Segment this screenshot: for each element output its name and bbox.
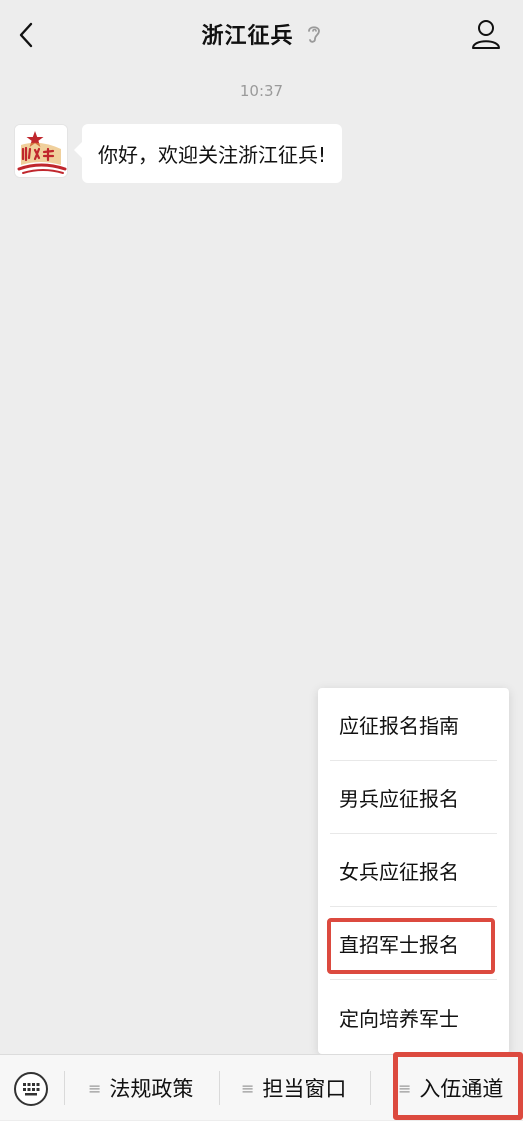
chat-title-container: 浙江征兵 bbox=[0, 18, 523, 50]
avatar[interactable] bbox=[14, 124, 68, 178]
divider bbox=[64, 1071, 65, 1105]
divider bbox=[219, 1071, 220, 1105]
divider bbox=[330, 979, 497, 980]
keyboard-glyph bbox=[23, 1083, 40, 1096]
person-icon[interactable] bbox=[471, 18, 501, 50]
zhejiang-conscription-logo-icon bbox=[15, 125, 67, 177]
submenu-item-targeted-nco-training[interactable]: 定向培养军士 bbox=[318, 981, 509, 1054]
keyboard-icon[interactable] bbox=[14, 1072, 48, 1106]
submenu-popup: 应征报名指南 男兵应征报名 女兵应征报名 直招军士报名 定向培养军士 bbox=[318, 688, 509, 1054]
submenu-item-enlistment-guide[interactable]: 应征报名指南 bbox=[318, 688, 509, 761]
menu-lines-icon: ≡ bbox=[241, 1078, 255, 1098]
submenu-item-male-enlistment[interactable]: 男兵应征报名 bbox=[318, 761, 509, 834]
submenu-item-label: 男兵应征报名 bbox=[339, 787, 459, 811]
menu-lines-icon: ≡ bbox=[88, 1078, 102, 1098]
ear-icon bbox=[307, 26, 320, 43]
tab-regulations-policy[interactable]: ≡ 法规政策 bbox=[88, 1055, 193, 1121]
tab-service-window[interactable]: ≡ 担当窗口 bbox=[241, 1055, 346, 1121]
message-timestamp: 10:37 bbox=[239, 82, 284, 100]
chat-header: 浙江征兵 bbox=[0, 0, 523, 70]
tab-label: 法规政策 bbox=[109, 1077, 194, 1101]
submenu-item-label: 定向培养军士 bbox=[339, 1007, 459, 1031]
highlight-box-submenu bbox=[327, 918, 495, 974]
submenu-item-label: 应征报名指南 bbox=[339, 714, 459, 738]
divider bbox=[370, 1071, 371, 1105]
submenu-item-female-enlistment[interactable]: 女兵应征报名 bbox=[318, 834, 509, 907]
message-row: 你好，欢迎关注浙江征兵! bbox=[14, 124, 343, 183]
highlight-box-tab bbox=[393, 1052, 523, 1120]
tab-label: 担当窗口 bbox=[262, 1077, 347, 1101]
message-bubble[interactable]: 你好，欢迎关注浙江征兵! bbox=[73, 124, 343, 183]
submenu-item-label: 女兵应征报名 bbox=[339, 860, 459, 884]
page-title: 浙江征兵 bbox=[201, 24, 294, 49]
